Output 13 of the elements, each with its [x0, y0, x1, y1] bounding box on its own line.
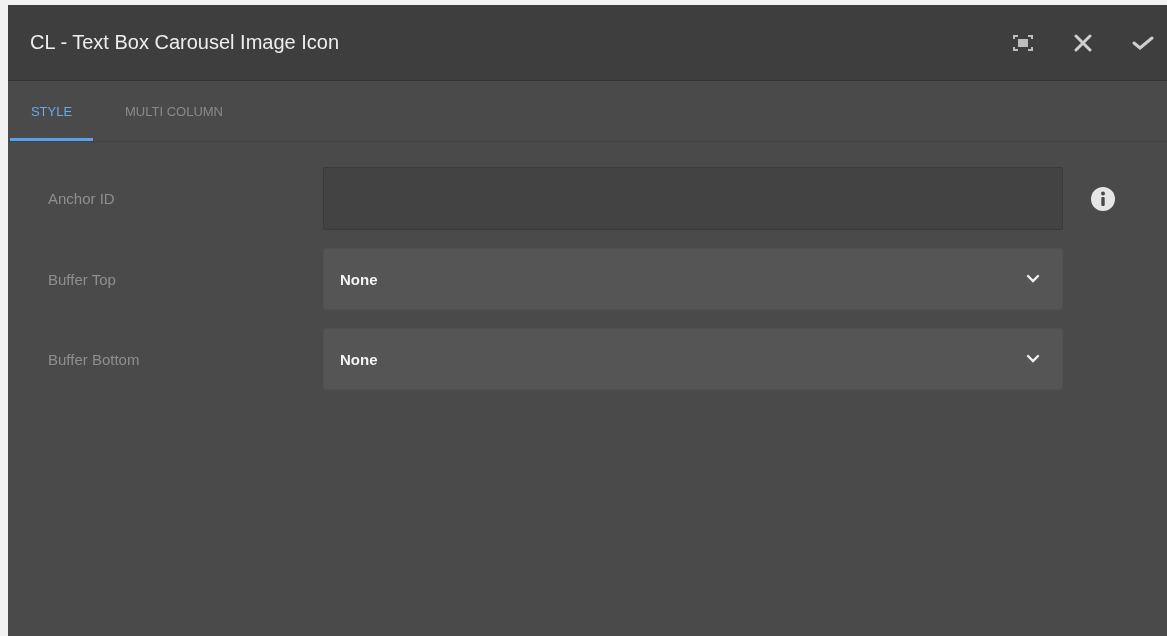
dialog-title: CL - Text Box Carousel Image Icon [30, 31, 341, 54]
fullscreen-icon [1013, 34, 1033, 51]
field-label: Buffer Top [47, 270, 117, 288]
chevron-down-icon [1026, 354, 1040, 364]
dropdown-select[interactable]: None [323, 328, 1063, 390]
field-label: Anchor ID [47, 190, 116, 207]
checkmark-icon [1132, 34, 1154, 51]
tab[interactable]: STYLE [10, 81, 93, 141]
field-label: Buffer Bottom [47, 350, 141, 368]
info-icon[interactable] [1090, 185, 1116, 212]
chevron-down-icon [1026, 274, 1040, 284]
close-icon [1074, 33, 1092, 52]
dropdown-select[interactable]: None [323, 248, 1063, 310]
